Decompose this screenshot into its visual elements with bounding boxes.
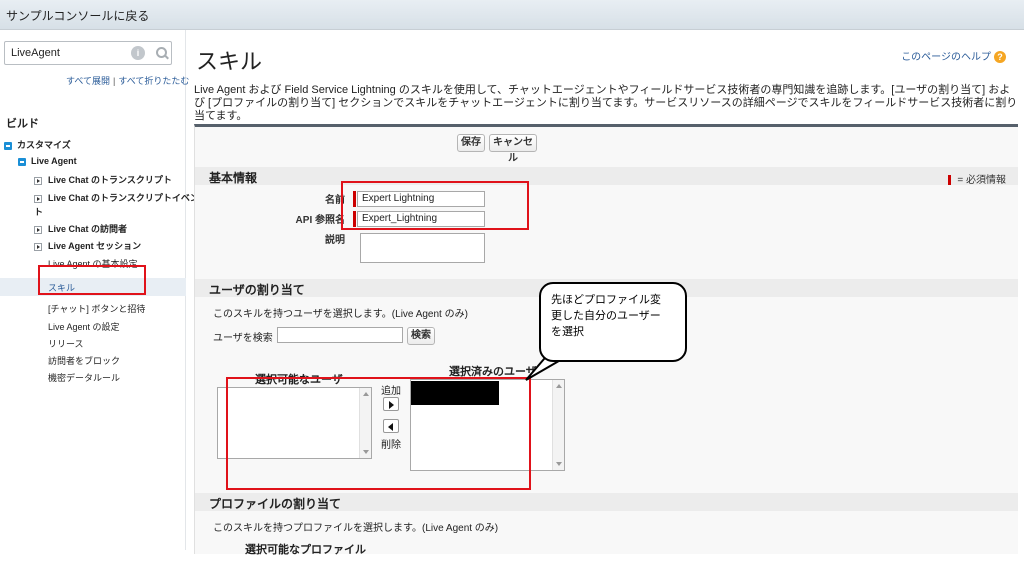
quick-find-input[interactable]: LiveAgent i: [4, 41, 172, 65]
sidebar-item-agent-sessions[interactable]: Live Agent セッション: [34, 239, 141, 252]
bubble-line-1: 先ほどプロファイル変: [551, 294, 661, 306]
bubble-line-2: 更した自分のユーザー: [551, 310, 661, 322]
description-label: 説明: [325, 235, 345, 246]
user-search-input[interactable]: [277, 327, 403, 343]
clear-icon[interactable]: i: [131, 46, 145, 60]
expand-collapse-links: すべて展開 | すべて折りたたむ: [66, 74, 189, 87]
page-title: スキル: [196, 49, 263, 74]
help-icon: ?: [994, 51, 1006, 63]
basic-info-section: 基本情報: [195, 167, 1018, 185]
search-icon[interactable]: [155, 46, 169, 60]
highlight-name-fields: [341, 181, 529, 230]
expand-icon: [34, 194, 42, 203]
expand-icon: [34, 242, 42, 251]
collapse-all-link[interactable]: すべて折りたたむ: [118, 76, 189, 86]
required-legend: = 必須情報: [948, 171, 1006, 186]
sidebar-item-label: Live Chat のトランスクリプト: [48, 175, 172, 185]
required-legend-text: = 必須情報: [957, 175, 1006, 186]
sidebar-item-chat-transcripts[interactable]: Live Chat のトランスクリプト: [34, 173, 172, 186]
available-profiles-label: 選択可能なプロファイル: [245, 544, 366, 556]
help-link-label: このページのヘルプ: [901, 52, 991, 63]
scrollbar[interactable]: [552, 380, 564, 470]
annotation-bubble: 先ほどプロファイル変 更した自分のユーザー を選択: [539, 282, 687, 362]
sidebar-item-sensitive-data-rules[interactable]: 機密データルール: [48, 371, 120, 384]
user-search-label: ユーザを検索: [213, 333, 273, 344]
save-button[interactable]: 保存: [457, 134, 485, 152]
collapse-icon: [4, 141, 12, 150]
description-textarea[interactable]: [360, 233, 485, 263]
sidebar-item-label: Live Chat の訪問者: [48, 224, 128, 234]
help-link[interactable]: このページのヘルプ?: [901, 48, 1006, 63]
tree-live-agent[interactable]: Live Agent: [18, 156, 77, 166]
tree-live-agent-label: Live Agent: [31, 156, 77, 166]
profile-assignment-instruction: このスキルを持つプロファイルを選択します。(Live Agent のみ): [213, 523, 499, 534]
sidebar-item-label: Live Chat のトランスクリプトイベン: [48, 193, 199, 203]
back-to-console-link[interactable]: サンプルコンソールに戻る: [6, 7, 149, 24]
profile-assignment-section: プロファイルの割り当て: [195, 493, 1018, 511]
top-bar: サンプルコンソールに戻る: [0, 0, 1024, 30]
sidebar-item-label-wrap: ト: [34, 207, 44, 217]
user-assignment-instruction: このスキルを持つユーザを選択します。(Live Agent のみ): [213, 309, 468, 320]
profile-assignment-heading: プロファイルの割り当て: [209, 497, 342, 511]
api-name-label: API 参照名: [295, 215, 345, 226]
sidebar-item-chat-visitors[interactable]: Live Chat の訪問者: [34, 222, 127, 235]
sidebar-item-agent-config[interactable]: Live Agent の設定: [48, 320, 120, 333]
highlight-skills-menu: [38, 265, 146, 295]
cancel-button[interactable]: キャンセル: [489, 134, 537, 164]
expand-icon: [34, 176, 42, 185]
bubble-line-3: を選択: [551, 326, 584, 338]
sidebar-item-block-visitors[interactable]: 訪問者をブロック: [48, 354, 120, 367]
collapse-icon: [18, 157, 26, 166]
user-assignment-heading: ユーザの割り当て: [209, 283, 305, 297]
page-description: Live Agent および Field Service Lightning の…: [194, 84, 1018, 122]
sidebar-item-deployments[interactable]: リリース: [48, 337, 84, 350]
user-search-button[interactable]: 検索: [407, 327, 435, 345]
link-separator: |: [113, 76, 116, 86]
sidebar-item-label: Live Agent セッション: [48, 241, 142, 251]
quick-find-value: LiveAgent: [11, 47, 60, 59]
tree-customize[interactable]: カスタマイズ: [4, 138, 71, 151]
highlight-user-lists: [226, 377, 531, 490]
required-marker-icon: [948, 175, 952, 186]
scroll-down-icon: [556, 462, 562, 466]
tree-customize-label: カスタマイズ: [17, 140, 71, 150]
expand-all-link[interactable]: すべて展開: [66, 76, 110, 86]
sidebar-item-chat-transcript-events[interactable]: Live Chat のトランスクリプトイベン: [34, 191, 199, 204]
scroll-up-icon: [556, 384, 562, 388]
name-label: 名前: [325, 195, 345, 206]
sidebar-item-chat-buttons[interactable]: [チャット] ボタンと招待: [48, 302, 145, 315]
expand-icon: [34, 225, 42, 234]
build-section-title: ビルド: [6, 118, 39, 130]
basic-info-heading: 基本情報: [209, 171, 258, 185]
